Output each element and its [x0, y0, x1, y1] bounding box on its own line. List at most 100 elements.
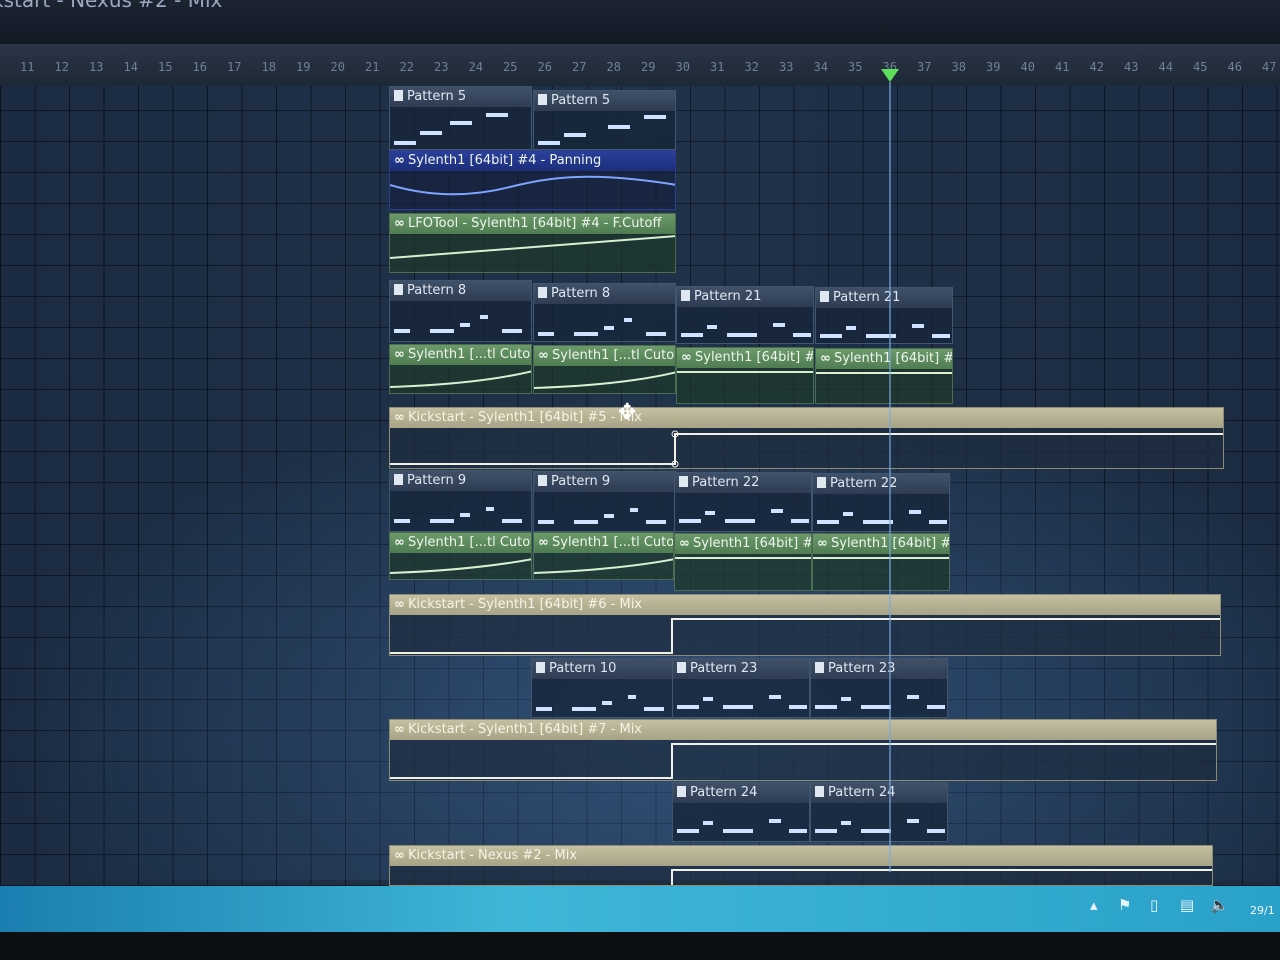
bar-number: 33 [779, 60, 794, 74]
bar-number: 18 [261, 60, 276, 74]
automation-clip-kickstart[interactable]: ∞ Kickstart - Sylenth1 [64bit] #7 - Mix [389, 719, 1217, 781]
bar-number: 27 [572, 60, 587, 74]
link-icon: ∞ [394, 722, 405, 737]
link-icon: ∞ [820, 351, 831, 366]
bar-number: 39 [986, 60, 1001, 74]
bar-number: 45 [1193, 60, 1208, 74]
show-hidden-icons-icon[interactable]: ▴ [1090, 896, 1098, 914]
clip-label: Pattern 8 [551, 286, 611, 301]
link-icon: ∞ [394, 848, 405, 863]
automation-curve [390, 558, 531, 574]
bar-number: 25 [503, 60, 518, 74]
device-icon[interactable]: ▯ [1150, 896, 1158, 914]
automation-clip[interactable]: ∞Sylenth1 [64bit] #9 [812, 533, 950, 591]
link-icon: ∞ [538, 348, 549, 363]
pattern-clip[interactable]: Pattern 10 [531, 658, 674, 718]
bar-number: 40 [1020, 60, 1035, 74]
bar-number: 16 [192, 60, 207, 74]
pattern-icon [815, 786, 824, 797]
clip-label: Kickstart - Sylenth1 [64bit] #6 - Mix [408, 597, 642, 612]
volume-icon[interactable]: 🔈 [1210, 896, 1229, 914]
automation-clip[interactable]: ∞ Sylenth1 [...tl Cutoff [533, 532, 674, 580]
automation-curve [390, 618, 1220, 654]
pattern-icon [538, 475, 547, 486]
pattern-clip[interactable]: Pattern 23 [810, 658, 948, 718]
automation-clip-lfotool[interactable]: ∞ LFOTool - Sylenth1 [64bit] #4 - F.Cutof… [389, 213, 676, 273]
network-icon[interactable]: ▤ [1180, 896, 1194, 914]
bar-number: 20 [330, 60, 345, 74]
automation-clip-kickstart-nexus[interactable]: ∞ Kickstart - Nexus #2 - Mix [389, 845, 1213, 886]
pattern-clip[interactable]: Pattern 8 [533, 283, 676, 342]
move-cursor-icon: ✥ [618, 400, 637, 425]
bar-number: 24 [468, 60, 483, 74]
pattern-clip[interactable]: Pattern 9 [533, 471, 676, 532]
clip-label: Kickstart - Nexus #2 - Mix [408, 848, 578, 863]
bar-number: 44 [1158, 60, 1173, 74]
bar-number: 14 [123, 60, 138, 74]
bar-number: 15 [158, 60, 173, 74]
bar-number: 30 [675, 60, 690, 74]
link-icon: ∞ [394, 597, 405, 612]
automation-curve [390, 370, 531, 388]
pattern-clip[interactable]: Pattern 23 [672, 658, 810, 718]
clip-label: Pattern 9 [551, 474, 611, 489]
automation-clip[interactable]: ∞ Sylenth1 [64bit] #8 [815, 348, 953, 404]
pattern-clip[interactable]: Pattern 24 [810, 782, 948, 842]
action-center-flag-icon[interactable]: ⚑ [1118, 896, 1131, 914]
bar-number: 21 [365, 60, 380, 74]
clip-label: Kickstart - Sylenth1 [64bit] #5 - Mix [408, 410, 642, 425]
pattern-icon [820, 291, 829, 302]
automation-curve [813, 557, 949, 559]
automation-clip-panning[interactable]: ∞ Sylenth1 [64bit] #4 - Panning [389, 150, 676, 210]
automation-clip[interactable]: ∞ Sylenth1 [64bit] #8 [676, 347, 814, 404]
pattern-icon [677, 786, 686, 797]
pattern-clip[interactable]: Pattern 9 [389, 470, 532, 532]
bar-number: 31 [710, 60, 725, 74]
taskbar-bezel [0, 932, 1280, 960]
pattern-clip[interactable]: Pattern 8 [389, 280, 532, 342]
automation-clip[interactable]: ∞Sylenth1 [64bit] #9 [674, 533, 812, 591]
bar-number: 23 [434, 60, 449, 74]
pattern-clip[interactable]: Pattern 22 [674, 472, 812, 532]
link-icon: ∞ [679, 536, 690, 551]
pattern-clip[interactable]: Pattern 21 [676, 286, 814, 344]
pattern-clip[interactable]: Pattern 22 [812, 473, 950, 532]
taskbar-date[interactable]: 29/1 [1250, 904, 1275, 917]
pattern-icon [536, 662, 545, 673]
playhead-marker[interactable] [881, 69, 899, 82]
bar-number: 37 [917, 60, 932, 74]
clip-label: Kickstart - Sylenth1 [64bit] #7 - Mix [408, 722, 642, 737]
pattern-icon [815, 662, 824, 673]
clip-label: Pattern 21 [694, 289, 762, 304]
pattern-clip[interactable]: Pattern 24 [672, 782, 810, 842]
window-title: kstart - Nexus #2 - Mix [0, 0, 223, 12]
bar-number: 13 [89, 60, 104, 74]
pattern-icon [677, 662, 686, 673]
clip-label: Pattern 24 [828, 785, 896, 800]
automation-clip[interactable]: ∞ Sylenth1 [...tl Cutoff [389, 532, 532, 580]
link-icon: ∞ [681, 350, 692, 365]
clip-label: Sylenth1 [64bit] #8 [834, 351, 952, 366]
pattern-icon [681, 290, 690, 301]
pattern-clip[interactable]: Pattern 5 [389, 86, 532, 150]
pattern-icon [394, 474, 403, 485]
link-icon: ∞ [538, 535, 549, 550]
clip-label: Pattern 9 [407, 473, 467, 488]
pattern-clip[interactable]: Pattern 21 [815, 287, 953, 344]
clip-label: LFOTool - Sylenth1 [64bit] #4 - F.Cutoff [408, 216, 662, 231]
bar-number: 47 [1262, 60, 1277, 74]
automation-curve [390, 175, 675, 196]
bar-number: 29 [641, 60, 656, 74]
timeline-ruler[interactable]: 11 12 13 14 15 16 17 18 19 20 21 22 23 24 25 26 27 28 29 30… [0, 44, 1280, 87]
link-icon: ∞ [394, 535, 405, 550]
automation-clip-kickstart[interactable]: ∞ Kickstart - Sylenth1 [64bit] #5 - Mix [389, 407, 1224, 469]
automation-clip[interactable]: ∞ Sylenth1 [...tl Cutoff [389, 344, 532, 394]
clip-label: Pattern 5 [407, 89, 467, 104]
pattern-clip[interactable]: Pattern 5 [533, 90, 676, 150]
bar-number: 22 [399, 60, 414, 74]
pattern-icon [679, 476, 688, 487]
automation-clip[interactable]: ∞ Sylenth1 [...tl Cutoff [533, 345, 676, 394]
automation-curve [390, 430, 1223, 468]
bar-number: 11 [20, 60, 35, 74]
automation-clip-kickstart[interactable]: ∞ Kickstart - Sylenth1 [64bit] #6 - Mix [389, 594, 1221, 656]
